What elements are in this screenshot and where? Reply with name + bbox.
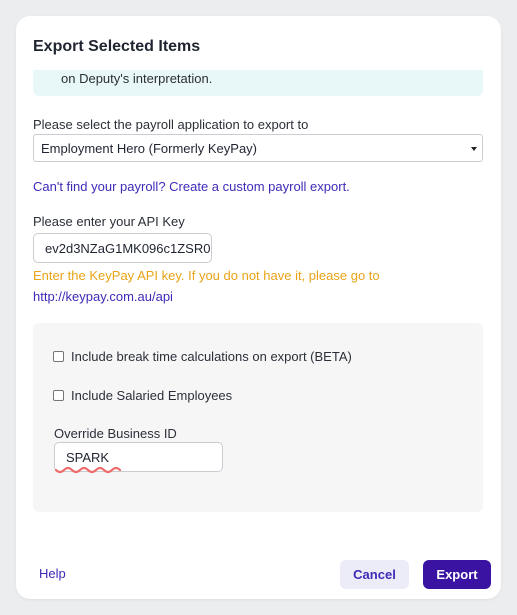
spellcheck-underline-icon: [55, 466, 122, 474]
break-time-label[interactable]: Include break time calculations on expor…: [71, 349, 352, 364]
export-modal: Export Selected Items on Deputy's interp…: [16, 16, 501, 599]
info-text: on Deputy's interpretation.: [61, 71, 213, 86]
api-key-value: ev2d3NZaG1MK096c1ZSR0: [45, 241, 211, 256]
modal-title: Export Selected Items: [33, 38, 201, 55]
api-key-input[interactable]: ev2d3NZaG1MK096c1ZSR0: [33, 233, 212, 263]
override-business-id-label: Override Business ID: [54, 426, 177, 441]
help-link[interactable]: Help: [39, 566, 66, 581]
api-key-hint: Enter the KeyPay API key. If you do not …: [33, 268, 380, 283]
api-key-label: Please enter your API Key: [33, 214, 185, 229]
salaried-option[interactable]: Include Salaried Employees: [53, 388, 232, 403]
payroll-select[interactable]: Employment Hero (Formerly KeyPay): [33, 134, 483, 162]
salaried-label[interactable]: Include Salaried Employees: [71, 388, 232, 403]
info-box: on Deputy's interpretation.: [33, 70, 483, 96]
break-time-checkbox[interactable]: [53, 351, 64, 362]
break-time-option[interactable]: Include break time calculations on expor…: [53, 349, 352, 364]
override-business-id-value: SPARK: [66, 450, 110, 465]
payroll-select-value: Employment Hero (Formerly KeyPay): [41, 141, 257, 156]
custom-payroll-link[interactable]: Can't find your payroll? Create a custom…: [33, 179, 350, 194]
keypay-api-link[interactable]: http://keypay.com.au/api: [33, 289, 173, 304]
export-button[interactable]: Export: [423, 560, 491, 589]
salaried-checkbox[interactable]: [53, 390, 64, 401]
payroll-select-label: Please select the payroll application to…: [33, 117, 309, 132]
options-panel: Include break time calculations on expor…: [33, 323, 483, 512]
cancel-button[interactable]: Cancel: [340, 560, 409, 589]
caret-down-icon: [471, 147, 477, 151]
